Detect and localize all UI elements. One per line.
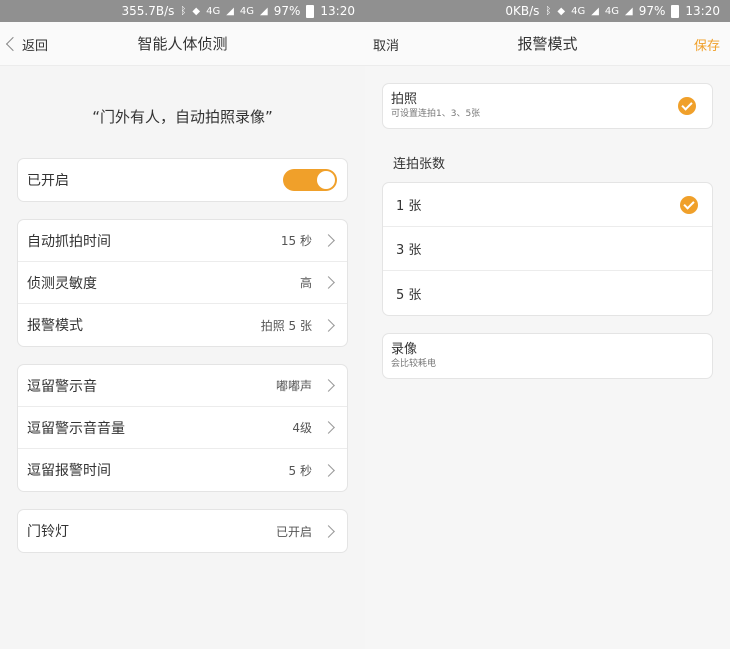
row-label: 报警模式 xyxy=(27,318,83,334)
signal-label-2: 4G xyxy=(604,5,620,17)
signal-icon-2: ◢ xyxy=(625,5,633,17)
nav-bar: 取消 报警模式 保存 xyxy=(365,22,730,66)
back-label: 返回 xyxy=(22,38,49,54)
signal-label-2: 4G xyxy=(239,5,255,17)
photo-option[interactable]: 拍照 可设置连拍1、3、5张 xyxy=(383,84,712,128)
row-capture-time[interactable]: 自动抓拍时间 15 秒 xyxy=(18,220,347,262)
status-bar: 0KB/s ᛒ ◆ 4G ◢ 4G ◢ 97% 13:20 xyxy=(365,0,730,22)
battery-percent: 97% xyxy=(273,4,301,18)
row-label: 侦测灵敏度 xyxy=(27,275,97,292)
alarm-mode-screen: 0KB/s ᛒ ◆ 4G ◢ 4G ◢ 97% 13:20 取消 报警模式 保存… xyxy=(365,0,730,649)
photo-option-texts: 拍照 可设置连拍1、3、5张 xyxy=(391,92,678,120)
row-linger-volume[interactable]: 逗留警示音音量 4级 xyxy=(18,407,347,449)
chevron-right-icon xyxy=(322,524,335,538)
row-linger-alarm-time[interactable]: 逗留报警时间 5 秒 xyxy=(18,449,347,491)
battery-icon xyxy=(671,4,680,18)
burst-option-1[interactable]: 1 张 xyxy=(383,183,712,227)
video-option[interactable]: 录像 会比较耗电 xyxy=(383,334,712,378)
clock: 13:20 xyxy=(685,4,720,18)
back-button[interactable]: 返回 xyxy=(5,22,49,66)
row-label: 逗留警示音 xyxy=(27,378,97,395)
slogan-text: “门外有人，自动拍照录像” xyxy=(92,108,273,126)
enable-card: 已开启 xyxy=(17,158,348,202)
row-label: 逗留警示音音量 xyxy=(27,420,125,437)
signal-label-1: 4G xyxy=(571,5,586,17)
chevron-right-icon xyxy=(322,318,335,332)
settings-group-1: 自动抓拍时间 15 秒 侦测灵敏度 高 报警模式 拍照 5 张 xyxy=(17,219,348,347)
row-label: 逗留报警时间 xyxy=(27,463,111,479)
nav-bar: 返回 智能人体侦测 xyxy=(0,22,365,66)
video-option-title: 录像 xyxy=(391,342,418,357)
video-option-subtitle: 会比较耗电 xyxy=(391,359,437,369)
row-value: 嘟嘟声 xyxy=(275,379,312,393)
battery-percent: 97% xyxy=(638,4,666,18)
enable-row: 已开启 xyxy=(18,159,347,201)
row-doorbell-light[interactable]: 门铃灯 已开启 xyxy=(18,510,347,552)
row-alarm-mode[interactable]: 报警模式 拍照 5 张 xyxy=(18,304,347,346)
save-button[interactable]: 保存 xyxy=(694,22,720,66)
signal-icon-1: ◢ xyxy=(226,5,234,17)
row-value: 5 秒 xyxy=(288,463,312,478)
settings-group-2: 逗留警示音 嘟嘟声 逗留警示音音量 4级 逗留报警时间 5 秒 xyxy=(17,364,348,492)
row-label: 门铃灯 xyxy=(27,524,69,540)
clock: 13:20 xyxy=(320,4,355,18)
chevron-right-icon xyxy=(322,379,335,392)
burst-option-5[interactable]: 5 张 xyxy=(383,271,712,315)
check-icon xyxy=(680,195,698,214)
signal-icon-1: ◢ xyxy=(591,5,599,17)
wifi-icon: ◆ xyxy=(192,5,201,17)
row-value: 4级 xyxy=(292,421,312,435)
signal-label-1: 4G xyxy=(206,5,221,17)
chevron-right-icon xyxy=(322,463,335,477)
video-option-texts: 录像 会比较耗电 xyxy=(391,342,696,370)
settings-group-3: 门铃灯 已开启 xyxy=(17,509,348,553)
page-title: 报警模式 xyxy=(517,35,578,53)
row-value: 高 xyxy=(299,276,312,290)
chevron-left-icon xyxy=(5,36,21,52)
burst-options-card: 1 张 3 张 5 张 xyxy=(382,182,713,316)
detection-settings-screen: 355.7B/s ᛒ ◆ 4G ◢ 4G ◢ 97% 13:20 返回 智能人体… xyxy=(0,0,365,649)
status-bar: 355.7B/s ᛒ ◆ 4G ◢ 4G ◢ 97% 13:20 xyxy=(0,0,365,22)
enable-toggle[interactable] xyxy=(283,169,337,191)
burst-option-label: 5 张 xyxy=(396,287,422,303)
photo-option-subtitle: 可设置连拍1、3、5张 xyxy=(391,109,481,119)
chevron-right-icon xyxy=(322,276,335,289)
bluetooth-icon: ᛒ xyxy=(180,5,187,17)
burst-option-label: 3 张 xyxy=(396,243,422,258)
row-value: 15 秒 xyxy=(280,234,312,248)
network-speed: 355.7B/s xyxy=(121,4,175,18)
video-option-card[interactable]: 录像 会比较耗电 xyxy=(382,333,713,379)
burst-option-3[interactable]: 3 张 xyxy=(383,227,712,271)
row-label: 自动抓拍时间 xyxy=(27,233,111,250)
network-speed: 0KB/s xyxy=(505,4,540,18)
signal-icon-2: ◢ xyxy=(260,5,268,17)
chevron-right-icon xyxy=(322,421,335,434)
burst-option-label: 1 张 xyxy=(396,199,422,214)
page-title: 智能人体侦测 xyxy=(137,35,228,53)
cancel-button[interactable]: 取消 xyxy=(373,22,399,66)
battery-icon xyxy=(306,4,315,18)
row-value: 已开启 xyxy=(275,524,312,539)
check-icon xyxy=(678,97,696,115)
bluetooth-icon: ᛒ xyxy=(545,5,552,17)
row-sensitivity[interactable]: 侦测灵敏度 高 xyxy=(18,262,347,304)
row-linger-sound[interactable]: 逗留警示音 嘟嘟声 xyxy=(18,365,347,407)
chevron-right-icon xyxy=(322,234,335,247)
enable-label: 已开启 xyxy=(27,173,69,189)
row-value: 拍照 5 张 xyxy=(260,318,312,333)
photo-option-title: 拍照 xyxy=(391,92,418,107)
toggle-knob xyxy=(317,171,335,189)
wifi-icon: ◆ xyxy=(557,5,566,17)
photo-option-card[interactable]: 拍照 可设置连拍1、3、5张 xyxy=(382,83,713,129)
burst-section-title: 连拍张数 xyxy=(393,157,446,172)
